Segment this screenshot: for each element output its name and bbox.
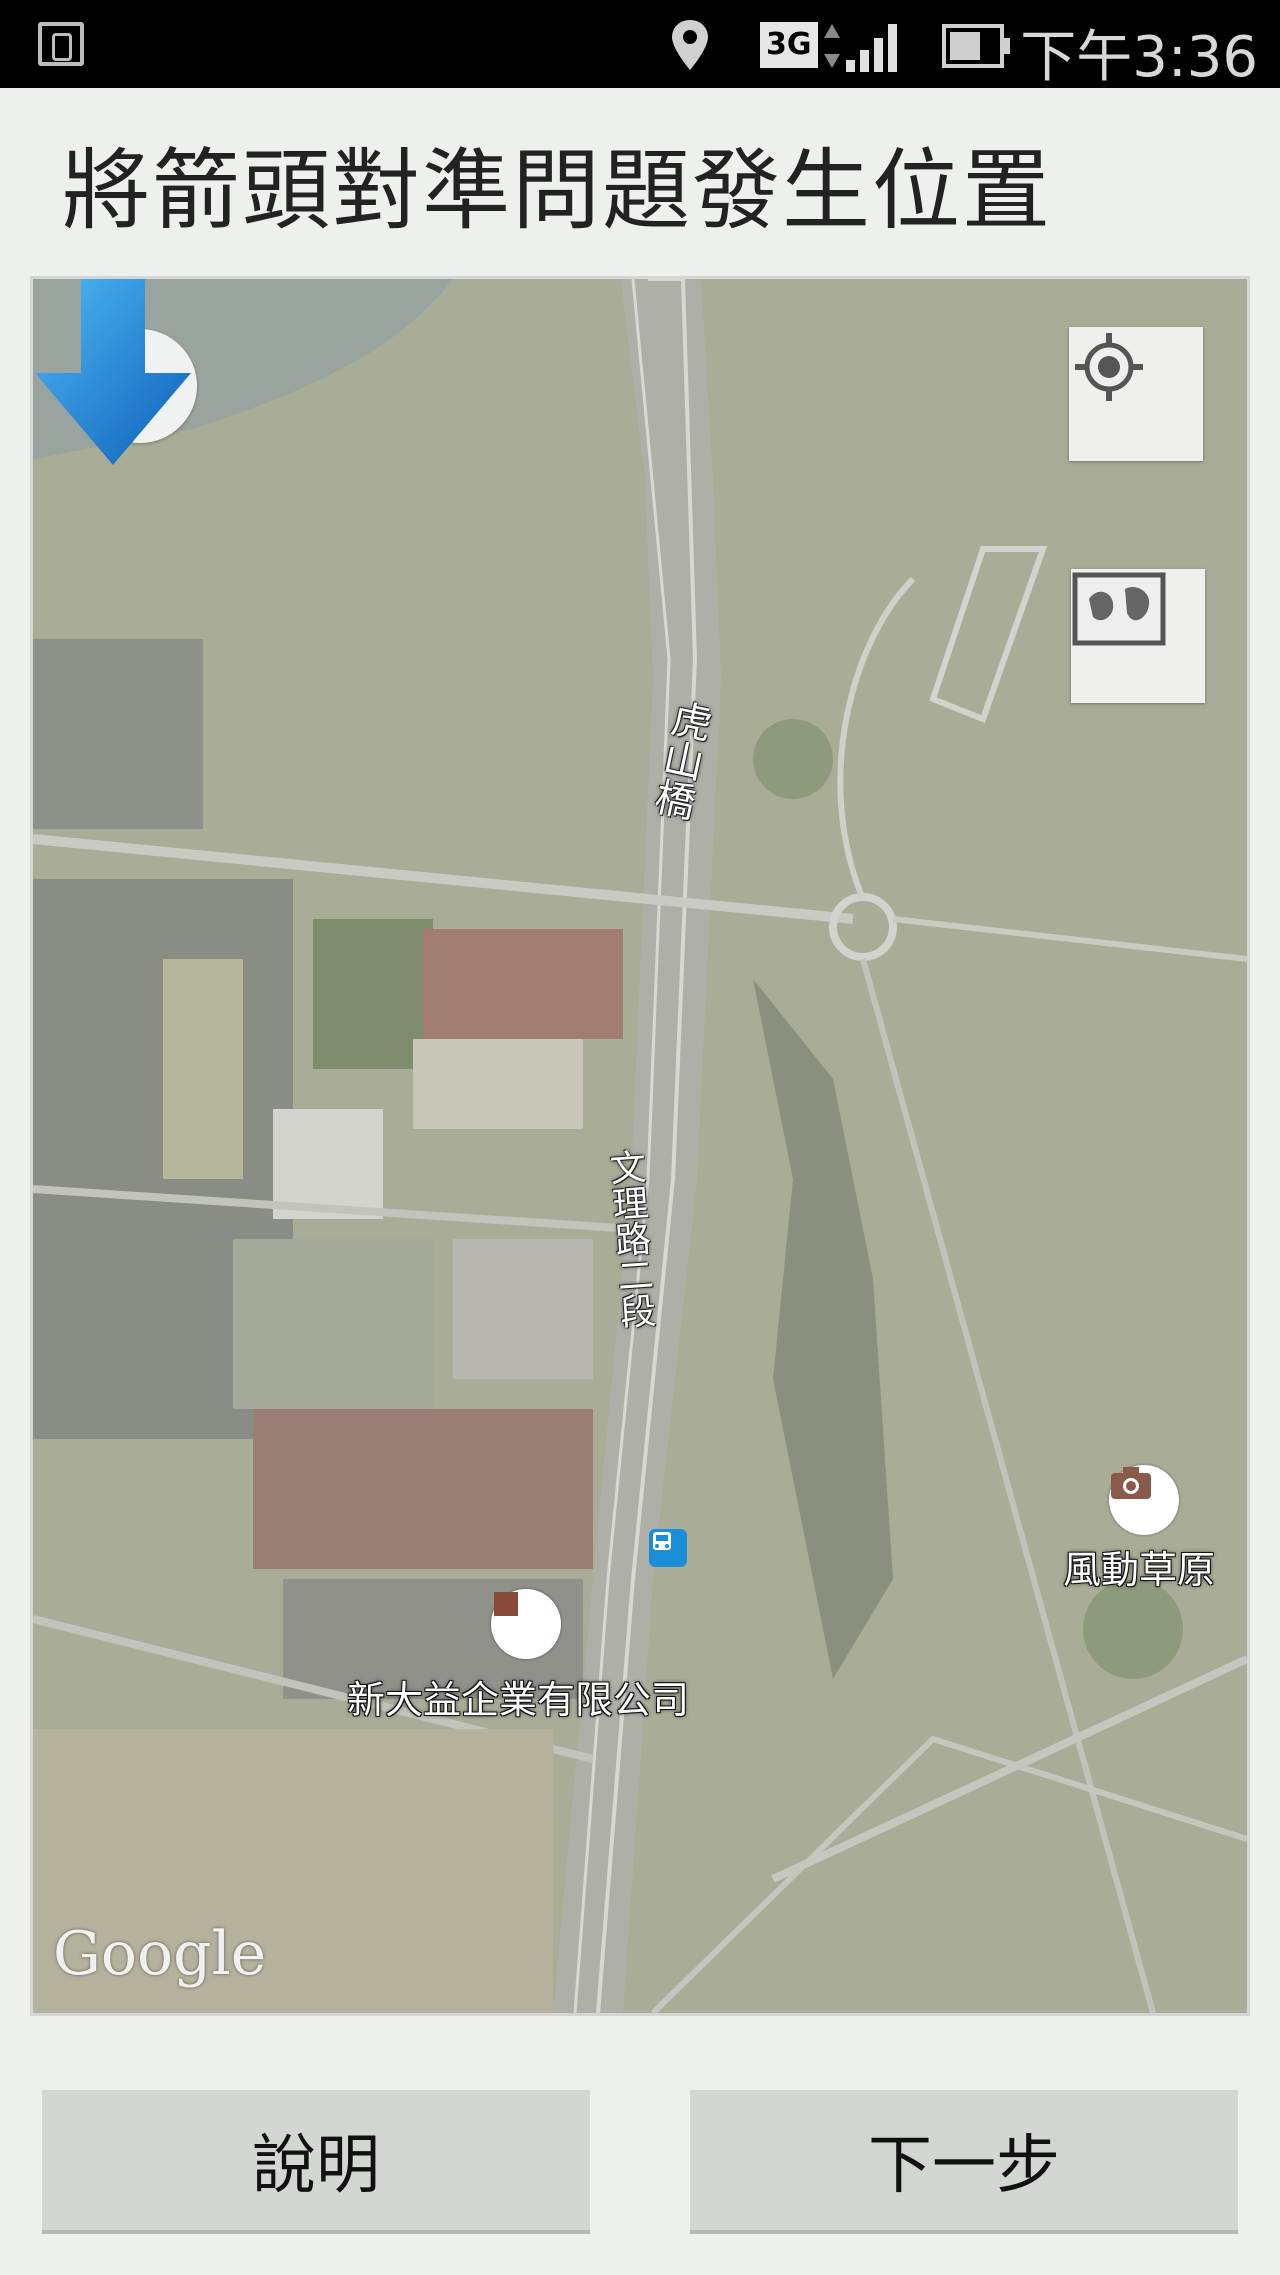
camera-icon[interactable] (1109, 1465, 1179, 1535)
business-icon[interactable] (491, 1589, 561, 1659)
network-type-badge: 3G (760, 22, 818, 68)
poi-label: 風動草原 (1063, 1548, 1216, 1592)
my-location-button[interactable] (1069, 327, 1203, 461)
satellite-map-background (33, 279, 1247, 2013)
my-location-icon (1075, 333, 1143, 401)
help-button[interactable]: 說明 (42, 2090, 590, 2234)
clock: 下午3:36 (1020, 25, 1258, 90)
location-icon (672, 20, 708, 70)
map-layers-button[interactable] (1071, 569, 1205, 703)
data-activity-icon (824, 24, 840, 68)
notification-icon (38, 22, 84, 66)
map-layers-icon (1072, 572, 1166, 646)
signal-icon (846, 24, 897, 72)
next-step-button[interactable]: 下一步 (690, 2090, 1238, 2234)
status-bar: 3G 下午3:36 (0, 0, 1280, 90)
page-title: 將箭頭對準問題發生位置 (62, 139, 1053, 242)
location-pointer-icon[interactable] (33, 279, 193, 465)
google-logo: Google (53, 1919, 267, 1989)
poi-label: 新大益企業有限公司 (347, 1678, 690, 1722)
map-view[interactable]: 虎山橋 文理路二段 風動草原 新大益企業有限公司 Google (30, 276, 1250, 2016)
battery-icon (942, 24, 1010, 68)
bus-stop-icon[interactable] (649, 1529, 687, 1567)
